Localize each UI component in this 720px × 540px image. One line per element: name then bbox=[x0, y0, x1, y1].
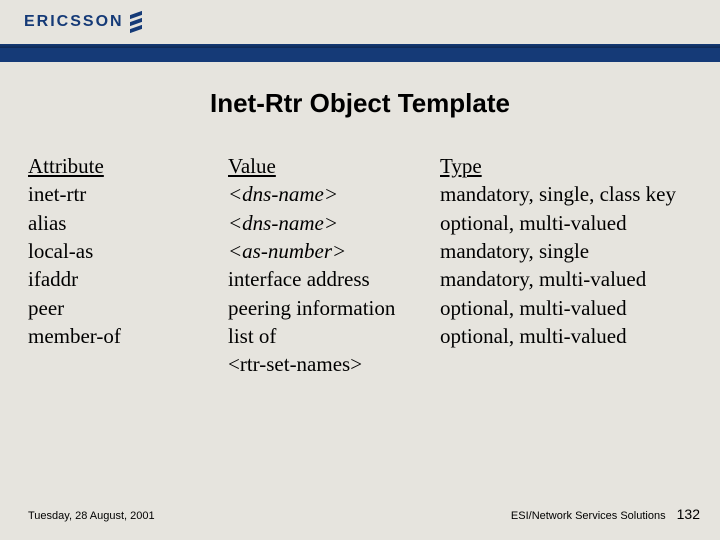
slide: ERICSSON Inet-Rtr Object Template Attrib… bbox=[0, 0, 720, 540]
value-cell: <as-number> bbox=[228, 237, 440, 265]
value-cell: <dns-name> bbox=[228, 209, 440, 237]
type-cell: mandatory, single bbox=[440, 237, 690, 265]
type-cell: optional, multi-valued bbox=[440, 209, 690, 237]
column-value: Value <dns-name> <dns-name> <as-number> … bbox=[228, 152, 440, 379]
value-cell: <dns-name> bbox=[228, 180, 440, 208]
type-cell: mandatory, single, class key bbox=[440, 180, 690, 208]
brand-text: ERICSSON bbox=[24, 13, 124, 31]
attr-cell: peer bbox=[28, 294, 228, 322]
attr-cell: member-of bbox=[28, 322, 228, 350]
page-number: 132 bbox=[677, 506, 700, 522]
col-attribute-header: Attribute bbox=[28, 152, 228, 180]
value-cell: peering information bbox=[228, 294, 440, 322]
type-cell: optional, multi-valued bbox=[440, 322, 690, 350]
column-attribute: Attribute inet-rtr alias local-as ifaddr… bbox=[28, 152, 228, 379]
footer-right: ESI/Network Services Solutions 132 bbox=[511, 506, 700, 522]
attr-cell: alias bbox=[28, 209, 228, 237]
attr-cell: ifaddr bbox=[28, 265, 228, 293]
attr-cell: local-as bbox=[28, 237, 228, 265]
value-cell: list of <rtr-set-names> bbox=[228, 322, 440, 379]
header-bar bbox=[0, 44, 720, 62]
footer-source: ESI/Network Services Solutions bbox=[511, 510, 666, 522]
brand-stripes-icon bbox=[130, 12, 142, 32]
value-cell: interface address bbox=[228, 265, 440, 293]
type-cell: optional, multi-valued bbox=[440, 294, 690, 322]
footer-date: Tuesday, 28 August, 2001 bbox=[28, 510, 155, 522]
brand-logo: ERICSSON bbox=[24, 12, 142, 32]
type-cell: mandatory, multi-valued bbox=[440, 265, 690, 293]
template-table: Attribute inet-rtr alias local-as ifaddr… bbox=[28, 152, 690, 379]
attr-cell: inet-rtr bbox=[28, 180, 228, 208]
page-title: Inet-Rtr Object Template bbox=[0, 88, 720, 119]
col-value-header: Value bbox=[228, 152, 440, 180]
column-type: Type mandatory, single, class key option… bbox=[440, 152, 690, 379]
col-type-header: Type bbox=[440, 152, 690, 180]
